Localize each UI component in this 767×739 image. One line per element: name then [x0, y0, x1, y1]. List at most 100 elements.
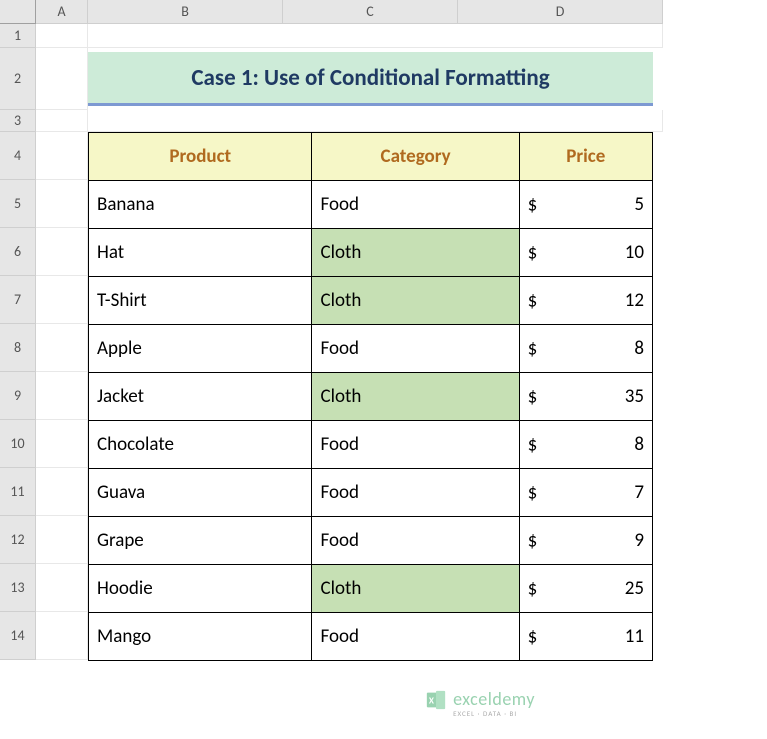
cell-product[interactable]: T-Shirt: [89, 277, 312, 325]
col-header-price[interactable]: Price: [519, 133, 652, 181]
table-body: BananaFood$5HatCloth$10T-ShirtCloth$12Ap…: [89, 181, 653, 661]
cell-product[interactable]: Grape: [89, 517, 312, 565]
cell-A13[interactable]: [36, 564, 88, 612]
price-value: 10: [528, 241, 644, 264]
cell-price[interactable]: $9: [519, 517, 652, 565]
cell-A12[interactable]: [36, 516, 88, 564]
table-row: GuavaFood$7: [89, 469, 653, 517]
cell-A1[interactable]: [36, 24, 88, 48]
cell-category[interactable]: Food: [312, 469, 519, 517]
currency-symbol: $: [528, 625, 538, 648]
cell-product[interactable]: Hoodie: [89, 565, 312, 613]
row-header-7[interactable]: 7: [0, 276, 36, 324]
cell-A2[interactable]: [36, 48, 88, 110]
price-value: 8: [528, 433, 644, 456]
cell-A14[interactable]: [36, 612, 88, 660]
price-value: 9: [528, 529, 644, 552]
cell-product[interactable]: Apple: [89, 325, 312, 373]
cell-A10[interactable]: [36, 420, 88, 468]
currency-symbol: $: [528, 193, 538, 216]
table-row: GrapeFood$9: [89, 517, 653, 565]
table-row: HatCloth$10: [89, 229, 653, 277]
row-header-13[interactable]: 13: [0, 564, 36, 612]
cell-category[interactable]: Cloth: [312, 277, 519, 325]
cell-A3[interactable]: [36, 110, 88, 132]
cell-product[interactable]: Guava: [89, 469, 312, 517]
page-title: Case 1: Use of Conditional Formatting: [191, 64, 549, 92]
watermark-tagline: EXCEL · DATA · BI: [453, 710, 535, 717]
price-value: 35: [528, 385, 644, 408]
price-value: 12: [528, 289, 644, 312]
cell-A5[interactable]: [36, 180, 88, 228]
row-header-10[interactable]: 10: [0, 420, 36, 468]
cell-price[interactable]: $11: [519, 613, 652, 661]
cell-category[interactable]: Cloth: [312, 565, 519, 613]
col-header-A[interactable]: A: [36, 0, 88, 24]
cell-category[interactable]: Food: [312, 325, 519, 373]
row-header-9[interactable]: 9: [0, 372, 36, 420]
cell-product[interactable]: Banana: [89, 181, 312, 229]
currency-symbol: $: [528, 577, 538, 600]
col-header-C[interactable]: C: [283, 0, 458, 24]
title-banner[interactable]: Case 1: Use of Conditional Formatting: [88, 52, 653, 106]
col-header-category[interactable]: Category: [312, 133, 519, 181]
price-value: 25: [528, 577, 644, 600]
cell-category[interactable]: Cloth: [312, 229, 519, 277]
cell-A9[interactable]: [36, 372, 88, 420]
col-header-B[interactable]: B: [88, 0, 283, 24]
row-header-14[interactable]: 14: [0, 612, 36, 660]
cell-price[interactable]: $12: [519, 277, 652, 325]
cell-price[interactable]: $25: [519, 565, 652, 613]
row-header-4[interactable]: 4: [0, 132, 36, 180]
col-header-product[interactable]: Product: [89, 133, 312, 181]
cell-product[interactable]: Hat: [89, 229, 312, 277]
cell-price[interactable]: $35: [519, 373, 652, 421]
row-header-3[interactable]: 3: [0, 110, 36, 132]
currency-symbol: $: [528, 529, 538, 552]
row-header-8[interactable]: 8: [0, 324, 36, 372]
table-row: MangoFood$11: [89, 613, 653, 661]
row-header-5[interactable]: 5: [0, 180, 36, 228]
row-header-2[interactable]: 2: [0, 48, 36, 110]
currency-symbol: $: [528, 481, 538, 504]
table-row: ChocolateFood$8: [89, 421, 653, 469]
select-all-corner[interactable]: [0, 0, 36, 24]
row-header-1[interactable]: 1: [0, 24, 36, 48]
watermark: X exceldemy EXCEL · DATA · BI: [425, 688, 535, 717]
currency-symbol: $: [528, 385, 538, 408]
price-value: 5: [528, 193, 644, 216]
cell-B1-D1[interactable]: [88, 24, 663, 48]
cell-B3-D3[interactable]: [88, 110, 663, 132]
cell-A11[interactable]: [36, 468, 88, 516]
cell-price[interactable]: $8: [519, 421, 652, 469]
cell-category[interactable]: Cloth: [312, 373, 519, 421]
currency-symbol: $: [528, 433, 538, 456]
cell-product[interactable]: Chocolate: [89, 421, 312, 469]
currency-symbol: $: [528, 289, 538, 312]
cell-A6[interactable]: [36, 228, 88, 276]
table-row: JacketCloth$35: [89, 373, 653, 421]
cell-category[interactable]: Food: [312, 181, 519, 229]
cell-price[interactable]: $5: [519, 181, 652, 229]
cell-price[interactable]: $8: [519, 325, 652, 373]
price-value: 8: [528, 337, 644, 360]
cell-price[interactable]: $10: [519, 229, 652, 277]
price-value: 7: [528, 481, 644, 504]
cell-category[interactable]: Food: [312, 613, 519, 661]
cell-product[interactable]: Mango: [89, 613, 312, 661]
cell-price[interactable]: $7: [519, 469, 652, 517]
watermark-text: exceldemy EXCEL · DATA · BI: [453, 688, 535, 717]
cell-category[interactable]: Food: [312, 421, 519, 469]
row-header-11[interactable]: 11: [0, 468, 36, 516]
cell-category[interactable]: Food: [312, 517, 519, 565]
cell-A7[interactable]: [36, 276, 88, 324]
cell-A8[interactable]: [36, 324, 88, 372]
cell-product[interactable]: Jacket: [89, 373, 312, 421]
row-header-12[interactable]: 12: [0, 516, 36, 564]
col-header-D[interactable]: D: [458, 0, 663, 24]
table-row: BananaFood$5: [89, 181, 653, 229]
currency-symbol: $: [528, 337, 538, 360]
row-header-6[interactable]: 6: [0, 228, 36, 276]
cell-A4[interactable]: [36, 132, 88, 180]
table-row: HoodieCloth$25: [89, 565, 653, 613]
